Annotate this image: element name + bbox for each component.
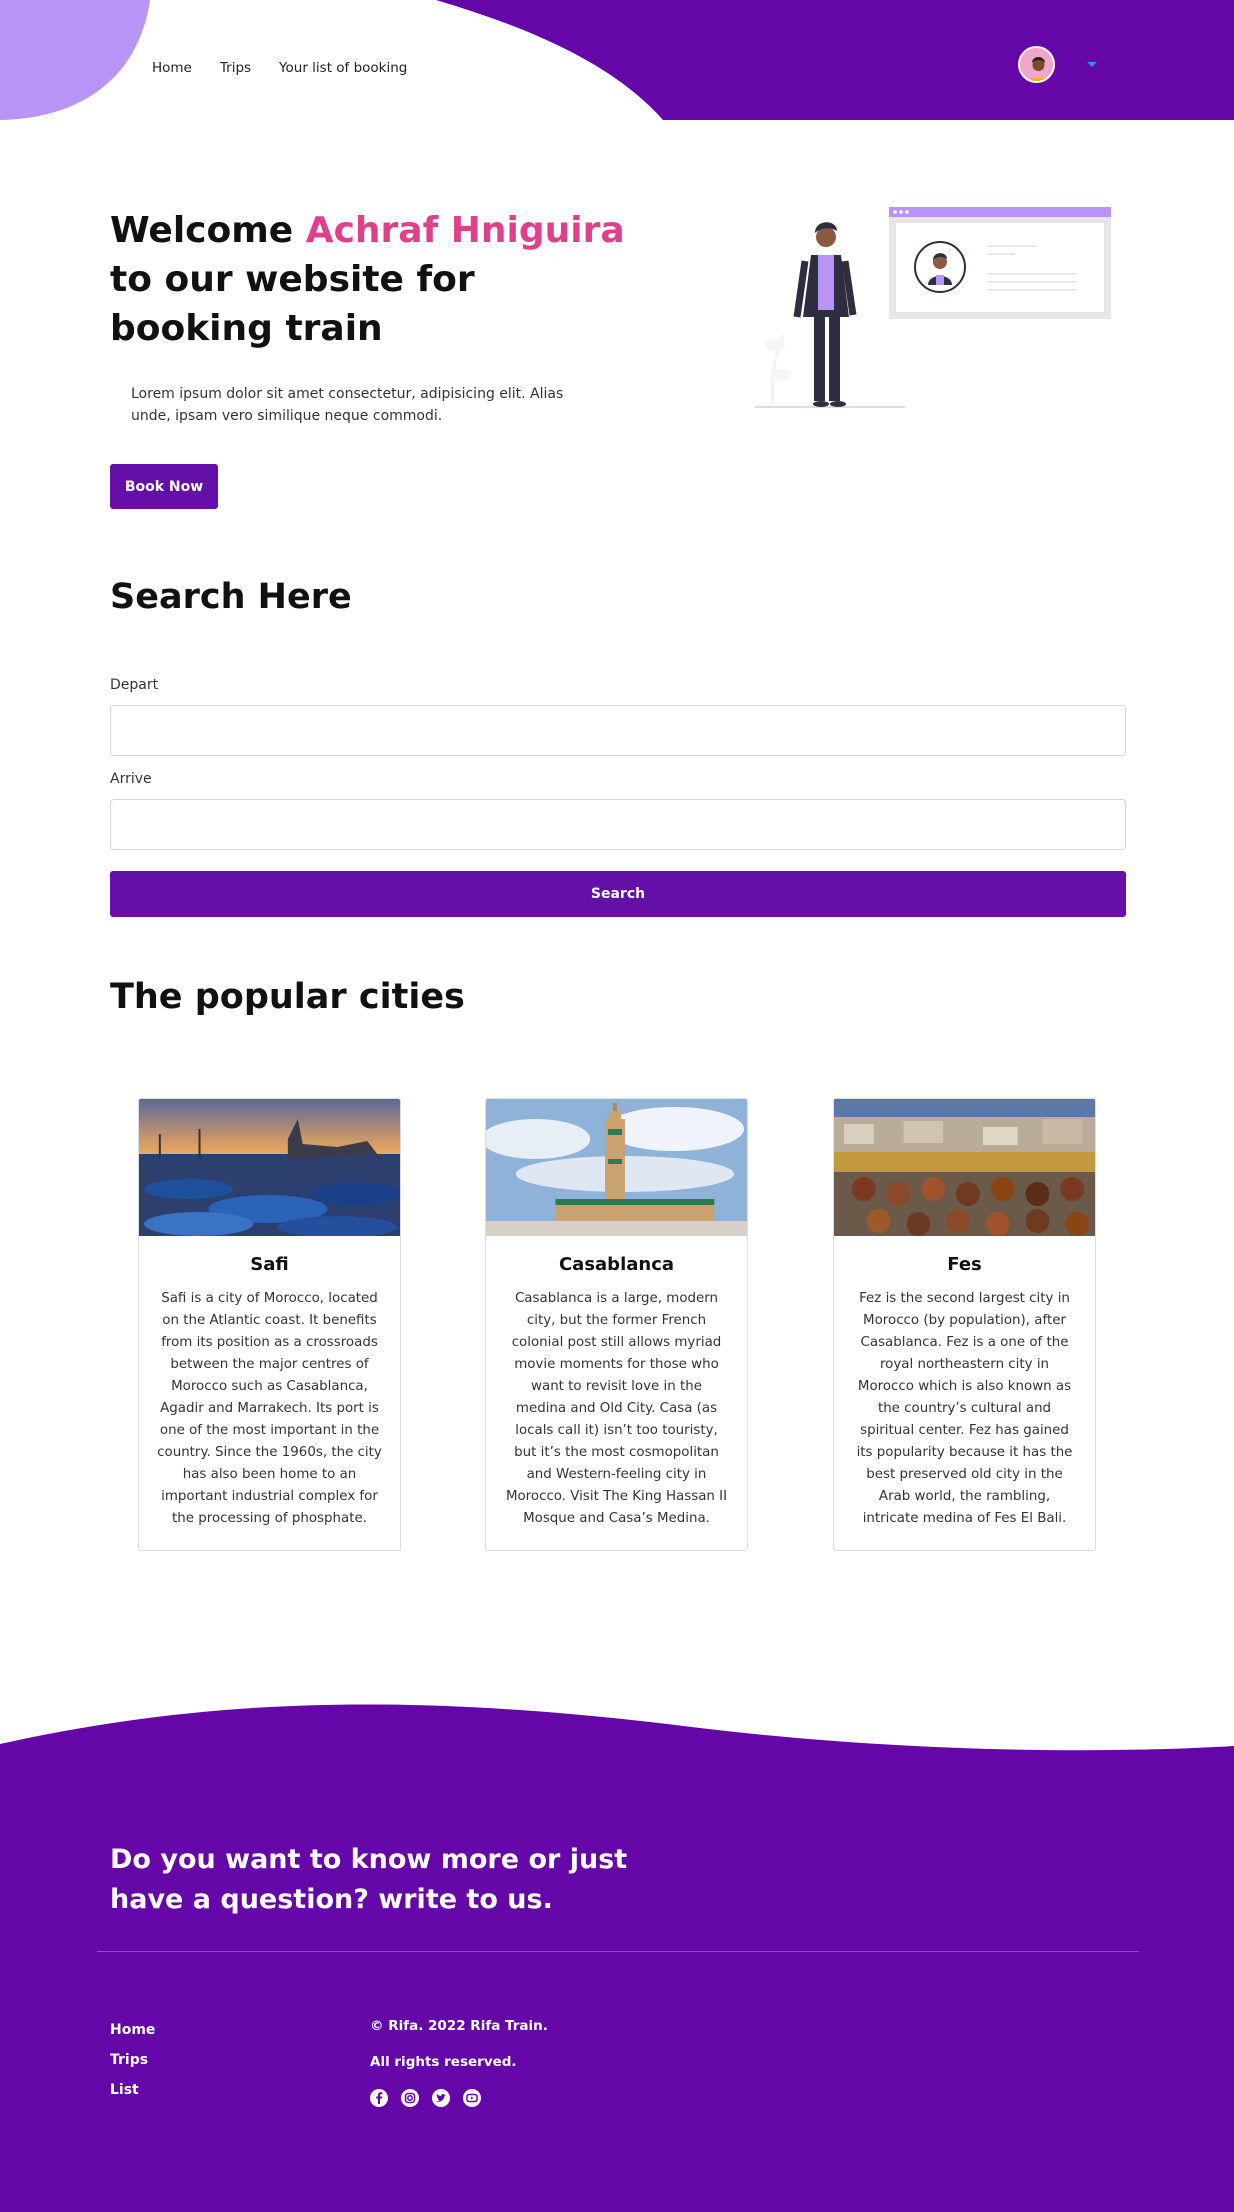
safi-image	[139, 1099, 400, 1236]
hero-title: Welcome Achraf Hniguira to our website f…	[110, 206, 650, 353]
header-blob-right	[436, 0, 1234, 120]
instagram-icon[interactable]	[401, 2089, 419, 2107]
search-button[interactable]: Search	[110, 871, 1126, 917]
nav-home[interactable]: Home	[152, 60, 192, 76]
user-menu-chevron-down-icon[interactable]	[1087, 62, 1097, 67]
depart-input[interactable]	[110, 705, 1126, 756]
popular-cities-title: The popular cities	[110, 977, 465, 1017]
arrive-label: Arrive	[110, 771, 152, 787]
city-description: Safi is a city of Morocco, located on th…	[157, 1291, 382, 1526]
nav-booking-list[interactable]: Your list of booking	[279, 60, 407, 76]
search-title: Search Here	[110, 577, 352, 617]
city-description: Fez is the second largest city in Morocc…	[856, 1291, 1073, 1526]
city-card-fes: Fes Fez is the second largest city in Mo…	[833, 1098, 1096, 1551]
footer-wave	[0, 1704, 1234, 1770]
header-blob-left	[0, 0, 150, 120]
footer-links: Home Trips List	[110, 2022, 155, 2098]
social-links	[370, 2089, 481, 2107]
facebook-icon[interactable]	[370, 2089, 388, 2107]
fes-image	[834, 1099, 1095, 1236]
footer-link-home[interactable]: Home	[110, 2022, 155, 2038]
footer-link-trips[interactable]: Trips	[110, 2052, 155, 2068]
twitter-icon[interactable]	[432, 2089, 450, 2107]
hero-illustration	[755, 207, 1111, 408]
hero-title-before: Welcome	[110, 210, 306, 251]
footer-link-list[interactable]: List	[110, 2082, 155, 2098]
footer-divider	[97, 1951, 1139, 1952]
page: Home Trips Your list of booking Welcome …	[0, 0, 1234, 2212]
youtube-icon[interactable]	[463, 2089, 481, 2107]
casablanca-image	[486, 1099, 747, 1236]
city-card-casablanca: Casablanca Casablanca is a large, modern…	[485, 1098, 748, 1551]
hero-user-name: Achraf Hniguira	[305, 210, 625, 251]
footer-copyright: © Rifa. 2022 Rifa Train.	[370, 2018, 548, 2034]
main-nav: Home Trips Your list of booking	[152, 60, 407, 76]
book-now-button[interactable]: Book Now	[110, 464, 218, 509]
hero-title-after: to our website for booking train	[110, 259, 475, 349]
hero-description: Lorem ipsum dolor sit amet consectetur, …	[131, 386, 564, 424]
city-name: Casablanca	[558, 1254, 675, 1275]
nav-trips[interactable]: Trips	[220, 60, 251, 76]
depart-label: Depart	[110, 677, 159, 693]
arrive-input[interactable]	[110, 799, 1126, 850]
footer-title: Do you want to know more or just have a …	[110, 1844, 628, 1915]
city-card-safi: Safi Safi is a city of Morocco, located …	[138, 1098, 401, 1551]
city-name: Safi	[250, 1254, 289, 1275]
avatar[interactable]	[1018, 46, 1055, 83]
footer-rights: All rights reserved.	[370, 2054, 517, 2070]
city-name: Fes	[947, 1254, 982, 1275]
footer	[0, 1760, 1234, 2212]
city-description: Casablanca is a large, modern city, but …	[505, 1291, 728, 1526]
